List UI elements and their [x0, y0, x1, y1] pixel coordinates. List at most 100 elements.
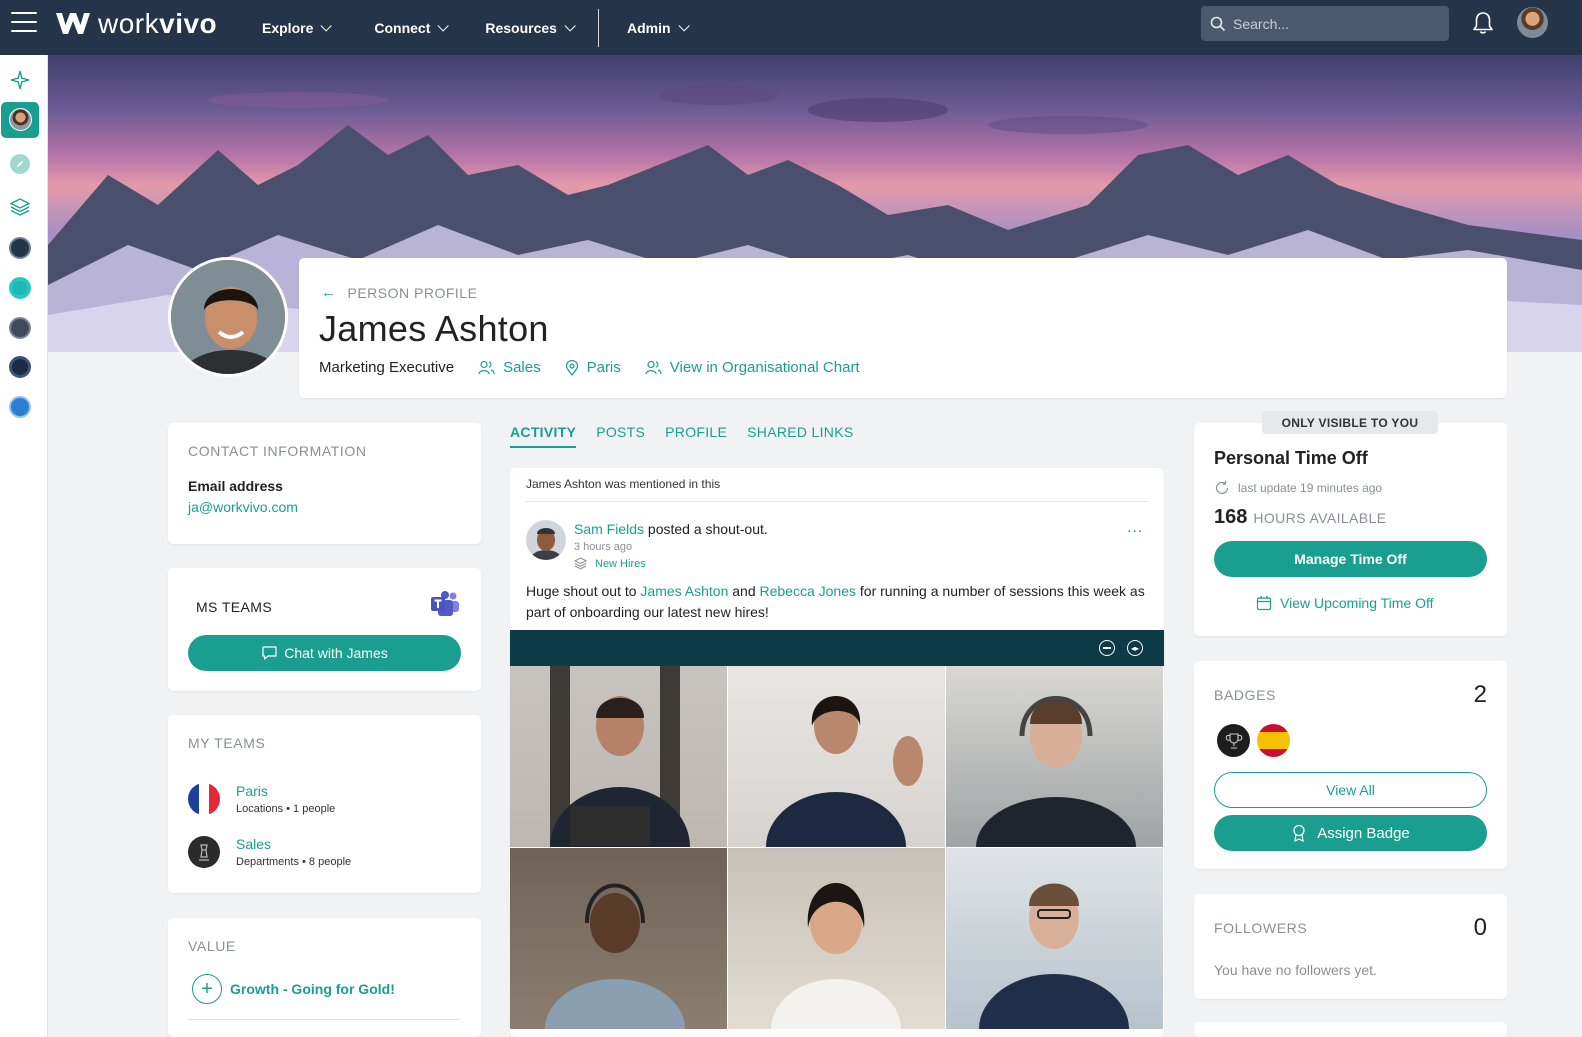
- rail-profile-active[interactable]: [1, 102, 39, 138]
- post-more-menu[interactable]: ...: [1127, 519, 1143, 537]
- upcoming-link-label: View Upcoming Time Off: [1280, 595, 1434, 611]
- plus-circle-icon: +: [192, 974, 222, 1004]
- nav-admin[interactable]: Admin: [627, 19, 690, 36]
- assign-badge-button[interactable]: Assign Badge: [1214, 815, 1487, 851]
- minimize-icon[interactable]: [1099, 640, 1115, 656]
- workvivo-logo[interactable]: workvivo: [54, 8, 217, 40]
- space-icon-5[interactable]: [9, 396, 31, 418]
- view-all-badges-button[interactable]: View All: [1214, 772, 1487, 808]
- team-name: Sales: [236, 836, 272, 852]
- sparkle-icon[interactable]: [9, 69, 31, 91]
- workvivo-logo-text: workvivo: [98, 8, 218, 39]
- hours-label: HOURS AVAILABLE: [1253, 510, 1387, 526]
- contact-heading: CONTACT INFORMATION: [188, 443, 367, 459]
- view-upcoming-time-off-link[interactable]: View Upcoming Time Off: [1256, 595, 1434, 611]
- space-icon-1[interactable]: [9, 237, 31, 259]
- tab-shared-links[interactable]: SHARED LINKS: [747, 424, 853, 448]
- profile-header-card: ← PERSON PROFILE James Ashton Marketing …: [299, 258, 1507, 398]
- search-icon: [1210, 16, 1226, 31]
- tab-posts[interactable]: POSTS: [596, 424, 645, 448]
- nav-connect[interactable]: Connect: [374, 20, 450, 36]
- next-card: [1194, 1022, 1507, 1037]
- search-box: [1201, 6, 1449, 41]
- post-author-avatar[interactable]: [526, 520, 566, 560]
- space-icon-2[interactable]: [9, 277, 31, 299]
- profile-avatar[interactable]: [168, 257, 288, 377]
- user-avatar[interactable]: [1517, 7, 1548, 38]
- award-icon: [1293, 824, 1305, 842]
- bell-icon[interactable]: [1470, 10, 1496, 36]
- nav-explore[interactable]: Explore: [262, 19, 333, 36]
- tab-profile[interactable]: PROFILE: [665, 424, 727, 448]
- job-title: Marketing Executive: [319, 359, 455, 376]
- badges-card: BADGES 2 View All Assign Badge: [1194, 661, 1507, 869]
- post-body: Huge shout out to James Ashton and Rebec…: [526, 581, 1146, 623]
- email-link[interactable]: ja@workvivo.com: [188, 499, 298, 515]
- org-chart-label: View in Organisational Chart: [669, 359, 860, 376]
- layers-icon: [574, 557, 587, 570]
- ms-teams-icon: [431, 591, 459, 616]
- chess-piece-icon: [188, 836, 220, 868]
- department-link[interactable]: Sales: [478, 359, 541, 376]
- space-icon-4[interactable]: [9, 356, 31, 378]
- mention-link[interactable]: James Ashton: [640, 583, 728, 599]
- tab-activity[interactable]: ACTIVITY: [510, 424, 577, 448]
- time-off-card: Personal Time Off last update 19 minutes…: [1194, 423, 1507, 636]
- menu-icon[interactable]: [11, 12, 37, 34]
- team-item-sales[interactable]: Sales Departments • 8 people: [188, 836, 351, 868]
- my-teams-heading: MY TEAMS: [188, 735, 266, 751]
- department-label: Sales: [503, 359, 541, 376]
- value-label: Growth - Going for Gold!: [230, 981, 395, 997]
- search-input[interactable]: [1233, 15, 1433, 32]
- layers-icon[interactable]: [9, 196, 31, 218]
- workvivo-logo-mark-icon: [56, 13, 90, 34]
- value-divider: [188, 1019, 461, 1020]
- participant-tile: [728, 848, 945, 1029]
- manage-time-off-button[interactable]: Manage Time Off: [1214, 541, 1487, 577]
- profile-photo: [171, 260, 285, 374]
- chevron-down-icon: [437, 19, 450, 32]
- nav-resources[interactable]: Resources: [485, 19, 576, 36]
- location-link[interactable]: Paris: [565, 359, 621, 376]
- mention-note: James Ashton was mentioned in this: [526, 477, 721, 491]
- person-name: James Ashton: [319, 308, 549, 349]
- time-off-last-update: last update 19 minutes ago: [1214, 480, 1382, 496]
- team-name: Paris: [236, 783, 268, 799]
- participant-tile: [946, 848, 1163, 1029]
- time-off-title: Personal Time Off: [1214, 448, 1368, 468]
- spain-flag-badge-icon[interactable]: [1257, 724, 1290, 757]
- chat-button-label: Chat with James: [284, 645, 388, 661]
- expand-icon[interactable]: ◂▸: [1127, 640, 1143, 656]
- left-rail: [0, 55, 48, 1037]
- chat-bubble-icon: [262, 646, 277, 660]
- nav-explore-label: Explore: [262, 19, 314, 36]
- refresh-icon: [1215, 481, 1229, 494]
- users-icon: [478, 360, 495, 375]
- assign-badge-label: Assign Badge: [1317, 824, 1410, 842]
- back-link[interactable]: ← PERSON PROFILE: [321, 284, 477, 301]
- chevron-down-icon: [677, 19, 690, 32]
- email-label: Email address: [188, 478, 283, 494]
- post-space-label: New Hires: [595, 557, 646, 570]
- participant-tile: [510, 848, 727, 1029]
- post-author-link[interactable]: Sam Fields: [574, 521, 644, 537]
- post-space-link[interactable]: New Hires: [574, 557, 646, 570]
- profile-meta: Marketing Executive Sales Paris View in …: [319, 359, 884, 376]
- feed-tabs: ACTIVITY POSTS PROFILE SHARED LINKS: [510, 424, 873, 448]
- compass-icon[interactable]: [9, 153, 31, 175]
- ms-teams-heading: MS TEAMS: [196, 599, 273, 615]
- team-item-paris[interactable]: Paris Locations • 1 people: [188, 783, 335, 815]
- chat-with-button[interactable]: Chat with James: [188, 635, 461, 671]
- users-icon: [645, 360, 662, 375]
- main-nav: Explore Connect Resources Admin: [262, 0, 690, 55]
- chevron-down-icon: [564, 19, 576, 32]
- value-item[interactable]: + Growth - Going for Gold!: [192, 974, 395, 1004]
- value-card: VALUE + Growth - Going for Gold!: [168, 918, 481, 1037]
- trophy-badge-icon[interactable]: [1217, 724, 1250, 757]
- hours-value: 168: [1214, 506, 1248, 528]
- org-chart-link[interactable]: View in Organisational Chart: [645, 359, 860, 376]
- team-meta: Locations • 1 people: [236, 803, 336, 815]
- followers-card: FOLLOWERS 0 You have no followers yet.: [1194, 894, 1507, 999]
- space-icon-3[interactable]: [9, 317, 31, 339]
- mention-link[interactable]: Rebecca Jones: [760, 583, 857, 599]
